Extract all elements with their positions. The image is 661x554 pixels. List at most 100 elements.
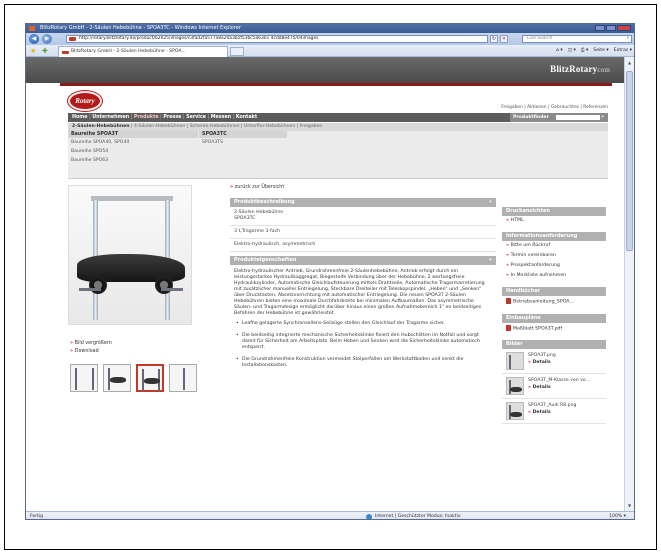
minimize-button[interactable] — [595, 25, 605, 31]
back-link[interactable]: » zurück zur Übersicht — [230, 185, 496, 190]
thumbnail[interactable] — [169, 364, 197, 392]
subnav-scheren[interactable]: Scheren-Hebebühnen — [190, 124, 240, 129]
nav-home[interactable]: Home — [72, 115, 88, 120]
stop-icon[interactable]: ✕ — [500, 35, 508, 43]
nav-presse[interactable]: Presse — [163, 115, 181, 120]
nav-messen[interactable]: Messen — [211, 115, 231, 120]
add-favorites-icon[interactable]: ✚ — [42, 47, 48, 55]
picture-thumb[interactable] — [506, 377, 524, 395]
refresh-icon[interactable]: ↻ — [490, 35, 498, 43]
product-finder: Produktfinder » — [510, 113, 608, 122]
thumb-car — [510, 412, 522, 417]
product-photo[interactable] — [68, 185, 192, 325]
details-link[interactable]: » Details — [528, 359, 556, 366]
nav-produkte[interactable]: Produkte — [134, 115, 159, 120]
picture-name: SPOA3T_M-Klasse von vo... — [528, 378, 590, 383]
image-links: » Bild vergrößern » Download — [70, 341, 112, 357]
details-link[interactable]: » Details — [528, 409, 576, 416]
series-item[interactable]: SPOA3TS — [199, 138, 287, 147]
browser-window: BlitzRotary GmbH - 2-Säulen Hebebühne - … — [25, 23, 635, 520]
thumbnail[interactable] — [70, 364, 98, 392]
zoom-image-link[interactable]: Bild vergrößern — [75, 341, 112, 346]
subnav-4-saeulen[interactable]: 4-Säulen-Hebebühnen — [134, 124, 185, 129]
scroll-down-icon[interactable]: ▼ — [627, 503, 632, 508]
favorites-star-icon[interactable]: ★ — [30, 47, 36, 55]
url-actions: ↻ ✕ — [490, 35, 508, 43]
picture-item[interactable]: SPOA3T_Audi R8.png» Details — [502, 399, 606, 424]
zoom-level[interactable]: 100% ▾ — [609, 512, 626, 519]
picture-name: SPOA3T.png — [528, 353, 556, 358]
status-bar: Fertig Internet | Geschützter Modus: Ina… — [26, 511, 634, 519]
info-link[interactable]: » In Merkliste aufnehmen — [502, 271, 606, 281]
tools-menu[interactable]: Extras ▾ — [614, 47, 632, 55]
section-header[interactable]: Produkteigenschaften « — [230, 256, 496, 265]
info-link-label: Bitte um Rückruf — [510, 243, 551, 248]
manual-link[interactable]: Betriebsanleitung_SPOA... — [502, 296, 606, 308]
series-item[interactable]: Baureihe SPOA40, SPO40 — [68, 138, 198, 147]
search-placeholder: Live Search — [527, 36, 553, 41]
manual-link-label: Betriebsanleitung_SPOA... — [513, 299, 574, 305]
product-finder-input[interactable] — [556, 115, 600, 120]
info-link[interactable]: » Termin vereinbaren — [502, 251, 606, 261]
home-icon[interactable]: ⌂ ▾ — [556, 47, 563, 55]
search-input[interactable]: Live Search ⌕ — [522, 35, 632, 43]
info-link-label: In Merkliste aufnehmen — [510, 273, 567, 278]
details-link[interactable]: » Details — [528, 384, 590, 391]
nav-unternehmen[interactable]: Unternehmen — [92, 115, 129, 120]
feeds-icon[interactable]: ◫ ▾ — [568, 47, 576, 55]
maximize-button[interactable] — [606, 25, 616, 31]
section-header[interactable]: Produktbeschreibung « — [230, 198, 496, 207]
subnav-unterflur[interactable]: Unterflur-Hebebühnen — [244, 124, 295, 129]
top-links[interactable]: Freigaben | Aktionen | Gebrauchtes | Ref… — [501, 105, 608, 110]
new-tab-button[interactable] — [230, 47, 244, 56]
nav-kontakt[interactable]: Kontakt — [236, 115, 257, 120]
lift-arm — [161, 288, 183, 291]
picture-item[interactable]: SPOA3T_M-Klasse von vo...» Details — [502, 374, 606, 399]
info-link[interactable]: » Prospektanforderung — [502, 261, 606, 271]
print-html-link[interactable]: » HTML — [502, 216, 606, 226]
security-zone[interactable]: Internet | Geschützter Modus: Inaktiv — [366, 512, 461, 519]
tab-active[interactable]: BlitzRotary GmbH - 2-Säulen Hebebühne - … — [58, 46, 228, 57]
close-button[interactable] — [617, 25, 631, 31]
picture-thumb[interactable] — [506, 402, 524, 420]
thumb-car — [110, 377, 126, 383]
brand-wordmark[interactable]: BlitzRotarycom — [550, 64, 610, 74]
series-col-1-head[interactable]: Baureihe SPOA3T — [68, 131, 198, 138]
forward-arrow-icon[interactable]: ▶ — [42, 34, 52, 44]
desc-row: 2-Säulen Hebebühne SPOA3TC — [230, 207, 496, 226]
desc-row: Elektro-hydraulisch, asymmetrisch — [230, 239, 496, 252]
finder-go-icon[interactable]: » — [601, 114, 606, 121]
vertical-scrollbar[interactable]: ▲ ▼ — [624, 57, 634, 511]
search-icon[interactable]: ⌕ — [627, 36, 629, 42]
collapse-icon[interactable]: « — [489, 198, 492, 207]
collapse-icon[interactable]: « — [489, 256, 492, 265]
pictures-box: Bilder SPOA3T.png» Details SPOA3T_M-Klas… — [502, 340, 606, 424]
thumbnail-selected[interactable] — [136, 364, 164, 392]
series-item[interactable]: Baureihe SPO63 — [68, 156, 198, 165]
sidebox-title: Bilder — [502, 340, 606, 349]
zone-label: Internet | Geschützter Modus: Inaktiv — [375, 514, 461, 519]
url-field[interactable]: http://rotary.blitzrotary.de/product/620… — [66, 35, 488, 43]
subnav-freigaben[interactable]: Freigaben — [300, 124, 323, 129]
back-arrow-icon[interactable]: ◀ — [29, 34, 39, 44]
nav-service[interactable]: Service — [186, 115, 206, 120]
scrollbar-thumb[interactable] — [626, 71, 633, 251]
series-item[interactable]: Baureihe SPO54 — [68, 147, 198, 156]
sidebox-title: Handbücher — [502, 287, 606, 296]
picture-name: SPOA3T_Audi R8.png — [528, 403, 577, 408]
plan-link[interactable]: Maßblatt SPOA3T.pdf — [502, 323, 606, 335]
info-link[interactable]: » Bitte um Rückruf — [502, 241, 606, 251]
thumbnail[interactable] — [103, 364, 131, 392]
sidebox-title: Einbaupläne — [502, 313, 606, 323]
print-icon[interactable]: ⎙ ▾ — [581, 47, 588, 55]
picture-thumb[interactable] — [506, 352, 524, 370]
series-col-2-head[interactable]: SPOA3TC — [199, 131, 287, 138]
page-menu[interactable]: Seite ▾ — [593, 47, 608, 55]
rotary-logo[interactable]: Rotary — [68, 91, 102, 111]
scroll-up-icon[interactable]: ▲ — [627, 60, 632, 65]
picture-item[interactable]: SPOA3T.png» Details — [502, 349, 606, 374]
download-link[interactable]: Download — [75, 349, 99, 354]
print-box: Druckansichten » HTML — [502, 207, 606, 226]
pdf-icon — [506, 324, 511, 331]
subnav-2-saeulen[interactable]: 2-Säulen-Hebebühnen — [72, 124, 130, 129]
